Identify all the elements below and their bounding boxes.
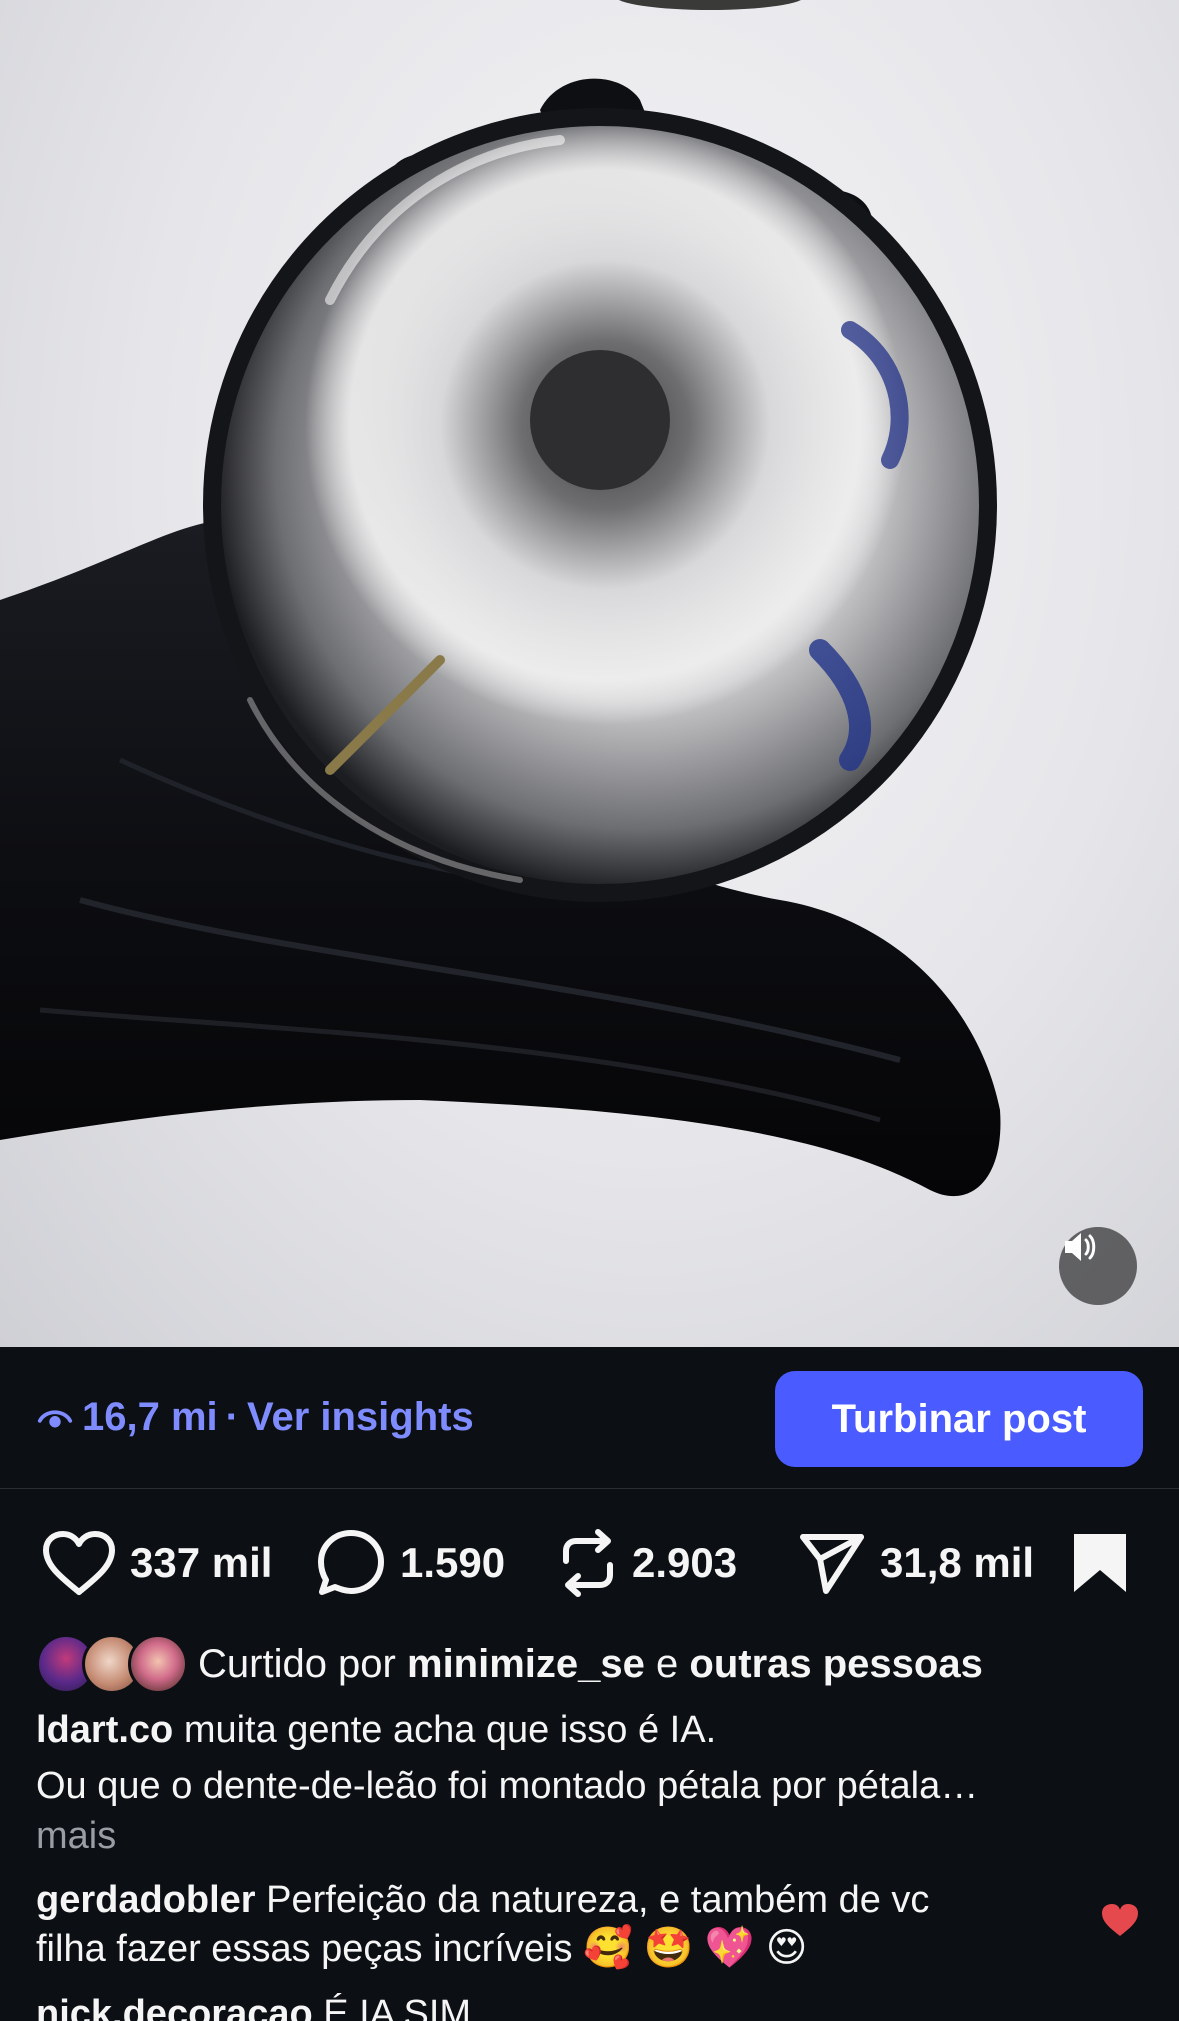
- likes-count: 337 mil: [130, 1539, 273, 1586]
- liked-by-prefix: Curtido por: [198, 1641, 396, 1686]
- comment-username-link[interactable]: nick.decoracao: [36, 1993, 313, 2021]
- comment-button[interactable]: 1.590: [316, 1520, 505, 1606]
- liked-by-conjunction: e: [656, 1641, 679, 1686]
- comment-text: É IA SIM: [323, 1993, 472, 2021]
- caption-more-link[interactable]: mais: [36, 1814, 1156, 1858]
- comments-count: 1.590: [400, 1539, 506, 1586]
- liked-by-row[interactable]: Curtido por minimize_se e outras pessoas: [36, 1634, 983, 1694]
- mute-toggle-button[interactable]: [1059, 1227, 1137, 1305]
- comment-text: filha fazer essas peças incríveis: [36, 1928, 573, 1970]
- views-count: 16,7 mi: [82, 1394, 218, 1439]
- send-icon: [800, 1534, 864, 1594]
- comment-item: nick.decoracao É IA SIM: [36, 1990, 1096, 2021]
- comment-icon: [318, 1530, 384, 1595]
- comment-text: Perfeição da natureza, e também de vc: [266, 1879, 930, 1921]
- insights-separator: ·: [225, 1394, 239, 1439]
- save-button[interactable]: [1072, 1520, 1128, 1606]
- post-actions: 337 mil 1.590 2.903 31,8 mil: [0, 1520, 1179, 1606]
- liker-avatars: [36, 1634, 188, 1694]
- comment-item: gerdadobler Perfeição da natureza, e tam…: [36, 1876, 1096, 1973]
- speaker-icon: [1065, 1233, 1096, 1261]
- insights-link-label: Ver insights: [246, 1394, 474, 1439]
- share-button[interactable]: 31,8 mil: [798, 1520, 1034, 1606]
- bookmark-icon: [1074, 1534, 1126, 1592]
- liked-by-user-link[interactable]: minimize_se: [407, 1642, 645, 1687]
- boost-post-button[interactable]: Turbinar post: [775, 1371, 1143, 1467]
- post-media[interactable]: [0, 0, 1179, 1347]
- comment-emojis: 🥰 🤩 💖 😍: [583, 1926, 808, 1970]
- insights-bar: 16,7 mi · Ver insights Turbinar post: [0, 1347, 1179, 1489]
- repost-button[interactable]: 2.903: [558, 1520, 737, 1606]
- eye-icon: [37, 1410, 73, 1428]
- caption-username-link[interactable]: ldart.co: [36, 1709, 173, 1751]
- caption-line-1: muita gente acha que isso é IA.: [183, 1709, 717, 1751]
- comment-username-link[interactable]: gerdadobler: [36, 1879, 256, 1921]
- reposts-count: 2.903: [632, 1539, 738, 1586]
- view-insights-link[interactable]: 16,7 mi · Ver insights: [36, 1393, 474, 1441]
- repost-icon: [563, 1529, 613, 1597]
- liked-by-others-link[interactable]: outras pessoas: [689, 1642, 982, 1687]
- heart-icon: [43, 1531, 115, 1595]
- caption-line-2: Ou que o dente-de-leão foi montado pétal…: [36, 1765, 979, 1807]
- post-screen: 16,7 mi · Ver insights Turbinar post 337…: [0, 0, 1179, 2021]
- avatar: [128, 1634, 188, 1694]
- post-caption: ldart.co muita gente acha que isso é IA.…: [36, 1702, 1156, 1858]
- dandelion-resin-sphere-photo: [0, 0, 1001, 1197]
- shares-count: 31,8 mil: [880, 1539, 1035, 1586]
- like-button[interactable]: 337 mil: [42, 1520, 272, 1606]
- comment-like-heart-icon[interactable]: [1100, 1902, 1140, 1938]
